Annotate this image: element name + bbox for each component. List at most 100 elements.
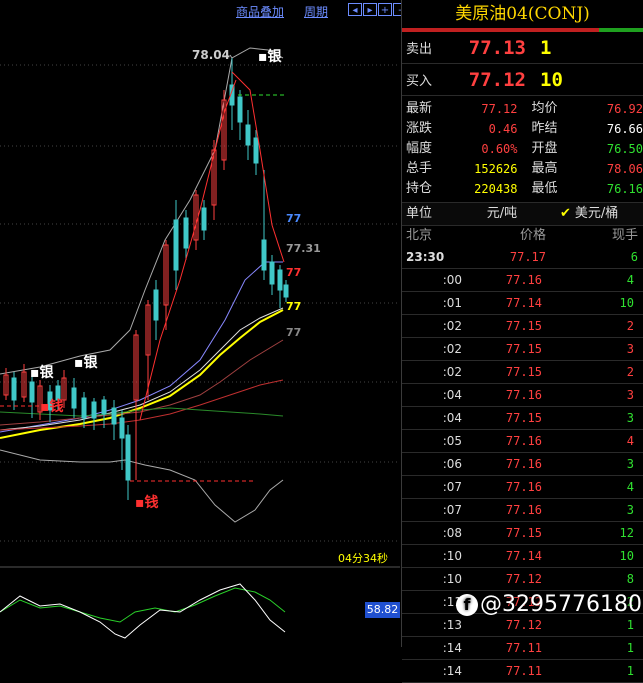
tick-price: 77.16 bbox=[505, 388, 542, 402]
stat-value: 77.12 bbox=[481, 102, 518, 116]
stat-value: 0.60% bbox=[481, 142, 518, 156]
tick-volume: 2 bbox=[626, 319, 634, 333]
stat-label: 涨跌 bbox=[406, 121, 433, 136]
stat-label: 昨结 bbox=[531, 121, 558, 136]
tick-volume: 3 bbox=[626, 457, 634, 471]
stat-row: 幅度 0.60% 开盘 76.50 bbox=[402, 139, 643, 159]
tick-time: :00 bbox=[442, 273, 462, 287]
stat-row: 涨跌 0.46 昨结 76.66 bbox=[402, 119, 643, 139]
ma-label-grey: 77 bbox=[286, 326, 302, 339]
tick-price: 77.15 bbox=[505, 319, 542, 333]
tick-volume: 1 bbox=[626, 618, 634, 632]
stat-value: 76.66 bbox=[606, 122, 643, 136]
tick-time: :07 bbox=[442, 480, 462, 494]
tick-price: 77.16 bbox=[505, 480, 542, 494]
tick-volume: 4 bbox=[626, 434, 634, 448]
tick-price: 77.11 bbox=[505, 664, 542, 678]
scroll-right-icon[interactable]: ▸ bbox=[363, 3, 377, 16]
buy-row[interactable]: 买入 77.12 10 bbox=[402, 64, 643, 96]
tick-row: :10 77.12 8 bbox=[402, 568, 643, 591]
tick-time: :02 bbox=[442, 319, 462, 333]
tick-row: :05 77.16 4 bbox=[402, 430, 643, 453]
tick-row: :10 77.14 10 bbox=[402, 545, 643, 568]
tick-time: :04 bbox=[442, 388, 462, 402]
tick-time: :10 bbox=[442, 572, 462, 586]
scroll-left-icon[interactable]: ◂ bbox=[348, 3, 362, 16]
ma-label-yellow: 77 bbox=[286, 300, 302, 313]
weibo-logo-icon: f bbox=[456, 594, 478, 616]
tick-volume: 3 bbox=[626, 342, 634, 356]
stat-label: 开盘 bbox=[531, 141, 558, 156]
tick-volume: 3 bbox=[626, 388, 634, 402]
silver-mark: ▪银 bbox=[258, 49, 282, 65]
unit-option-yuan[interactable]: 元/吨 bbox=[462, 203, 542, 225]
tick-time: 23:30 bbox=[406, 250, 445, 264]
tick-price: 77.15 bbox=[505, 411, 542, 425]
tick-price: 77.14 bbox=[505, 296, 542, 310]
sell-label: 卖出 bbox=[406, 42, 433, 57]
countdown-label: 04分34秒 bbox=[338, 552, 388, 565]
tick-price: 77.16 bbox=[505, 457, 542, 471]
silver-mark: ▪银 bbox=[30, 365, 54, 381]
tick-row: :07 77.16 3 bbox=[402, 499, 643, 522]
tick-time: :02 bbox=[442, 365, 462, 379]
kline-chart[interactable]: 78.04 ▪银 ▪银 ▪银 ▪钱 ▪钱 77 77.31 77 77 77 0… bbox=[0, 0, 407, 647]
buy-volume: 10 bbox=[540, 68, 563, 91]
tick-time: :11 bbox=[442, 595, 462, 609]
tick-volume: 10 bbox=[619, 296, 634, 310]
stat-row: 最新 77.12 均价 76.92 bbox=[402, 99, 643, 119]
contract-title[interactable]: 美原油04(CONJ) bbox=[402, 0, 643, 28]
stat-value: 0.46 bbox=[488, 122, 518, 136]
ma-label-7731: 77.31 bbox=[286, 242, 321, 255]
tick-time: :14 bbox=[442, 664, 462, 678]
tick-volume: 3 bbox=[626, 411, 634, 425]
sell-row[interactable]: 卖出 77.13 1 bbox=[402, 32, 643, 64]
stat-label: 幅度 bbox=[406, 141, 433, 156]
money-mark: ▪钱 bbox=[135, 495, 159, 511]
tick-row: :02 77.15 2 bbox=[402, 361, 643, 384]
tick-time: :10 bbox=[442, 549, 462, 563]
tick-price: 77.16 bbox=[505, 503, 542, 517]
tick-row: :04 77.16 3 bbox=[402, 384, 643, 407]
buy-label: 买入 bbox=[406, 74, 433, 89]
ma-label-red: 77 bbox=[286, 266, 302, 279]
quote-panel: 美原油04(CONJ) 卖出 77.13 1 买入 77.12 10 最新 77.… bbox=[401, 0, 643, 683]
buy-price[interactable]: 77.12 bbox=[446, 69, 526, 91]
tick-price: 77.16 bbox=[505, 434, 542, 448]
tick-row: :14 77.11 1 bbox=[402, 637, 643, 660]
tick-price: 77.16 bbox=[505, 273, 542, 287]
tick-volume: 2 bbox=[626, 365, 634, 379]
stat-label: 最高 bbox=[531, 161, 558, 176]
watermark-text: @3295776180 bbox=[480, 592, 642, 617]
stat-value: 76.92 bbox=[606, 102, 643, 116]
nav-buttons: ◂ ▸ + - bbox=[348, 3, 407, 16]
tick-volume: 8 bbox=[626, 572, 634, 586]
unit-option-usd[interactable]: 美元/桶 bbox=[571, 203, 618, 225]
tick-volume: 4 bbox=[626, 273, 634, 287]
watermark: f @3295776180 bbox=[456, 592, 642, 617]
tick-time: :04 bbox=[442, 411, 462, 425]
tick-time: :02 bbox=[442, 342, 462, 356]
tick-volume: 4 bbox=[626, 480, 634, 494]
tick-volume: 12 bbox=[619, 526, 634, 540]
stat-label: 最新 bbox=[406, 101, 433, 116]
unit-label: 单位 bbox=[406, 206, 433, 221]
overlay-button[interactable]: 商品叠加 bbox=[236, 3, 284, 20]
stat-label: 总手 bbox=[406, 161, 433, 176]
col-volume: 现手 bbox=[611, 228, 638, 243]
stat-value: 78.06 bbox=[606, 162, 643, 176]
ticks-list[interactable]: 23:30 77.17 6:00 77.16 4:01 77.14 10:02 77.15 2:… bbox=[402, 246, 643, 683]
silver-mark: ▪银 bbox=[74, 355, 98, 371]
period-button[interactable]: 周期 bbox=[304, 3, 328, 20]
stats-block: 最新 77.12 均价 76.92 涨跌 0.46 昨结 76.66 幅度 0.60% 开… bbox=[402, 96, 643, 203]
stat-value: 76.50 bbox=[606, 142, 643, 156]
tick-volume: 10 bbox=[619, 549, 634, 563]
zoom-in-icon[interactable]: + bbox=[378, 3, 392, 16]
tick-price: 77.12 bbox=[505, 572, 542, 586]
tick-row: :07 77.16 4 bbox=[402, 476, 643, 499]
sell-price[interactable]: 77.13 bbox=[446, 37, 526, 59]
stat-label: 持仓 bbox=[406, 181, 433, 196]
stat-value: 152626 bbox=[474, 162, 518, 176]
high-price-label: 78.04 bbox=[192, 48, 230, 62]
tick-time: :14 bbox=[442, 641, 462, 655]
